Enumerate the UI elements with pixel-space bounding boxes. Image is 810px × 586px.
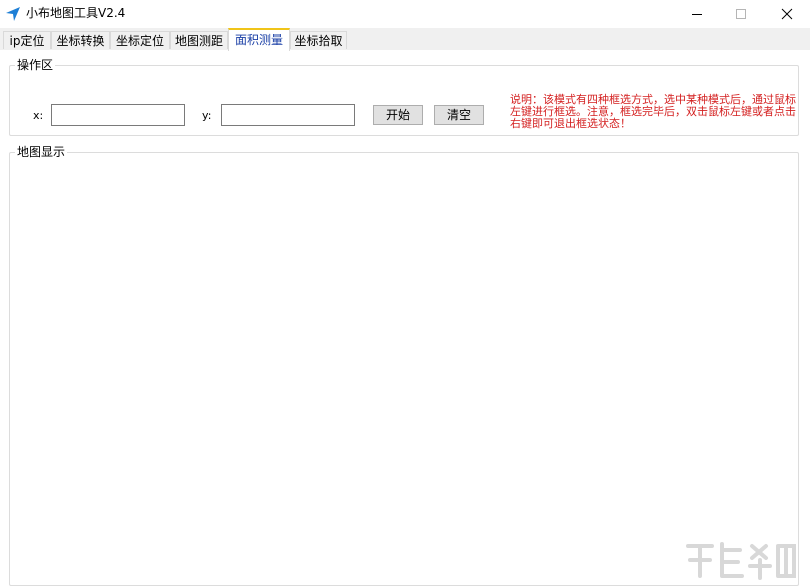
close-icon (781, 8, 793, 20)
maximize-icon (736, 9, 746, 19)
window-title: 小布地图工具V2.4 (26, 6, 126, 20)
tab-coordinate-picker[interactable]: 坐标拾取 (290, 31, 347, 49)
operation-area-title: 操作区 (17, 58, 54, 72)
close-button[interactable] (764, 0, 810, 28)
maximize-button[interactable] (718, 0, 764, 28)
tab-coordinate-location[interactable]: 坐标定位 (110, 31, 170, 49)
watermark-logo-icon (686, 542, 796, 580)
start-button[interactable]: 开始 (373, 105, 423, 125)
minimize-button[interactable] (674, 0, 720, 28)
clear-button[interactable]: 清空 (434, 105, 484, 125)
title-bar[interactable]: 小布地图工具V2.4 (0, 0, 810, 28)
x-input[interactable] (51, 104, 185, 126)
tab-area-measurement[interactable]: 面积测量 (228, 28, 290, 51)
tab-content-area-measurement: 操作区 x: y: 开始 清空 说明：该模式有四种框选方式，选中某种模式后，通过… (0, 50, 810, 586)
tab-strip: ip定位 坐标转换 坐标定位 地图测距 面积测量 坐标拾取 (0, 28, 810, 51)
tab-coordinate-conversion[interactable]: 坐标转换 (51, 31, 110, 49)
y-input[interactable] (221, 104, 355, 126)
navigation-arrow-icon (6, 7, 20, 21)
tab-map-distance[interactable]: 地图测距 (170, 31, 228, 49)
instruction-note: 说明：该模式有四种框选方式，选中某种模式后，通过鼠标左键进行框选。注意，框选完毕… (510, 93, 796, 130)
minimize-icon (692, 14, 702, 15)
y-label: y: (202, 109, 212, 122)
map-canvas[interactable] (12, 173, 796, 583)
x-label: x: (33, 109, 44, 122)
operation-area-group: 操作区 x: y: 开始 清空 说明：该模式有四种框选方式，选中某种模式后，通过… (9, 58, 799, 136)
map-display-title: 地图显示 (17, 145, 66, 159)
map-display-group: 地图显示 (9, 145, 799, 586)
tab-ip-location[interactable]: ip定位 (3, 31, 51, 49)
